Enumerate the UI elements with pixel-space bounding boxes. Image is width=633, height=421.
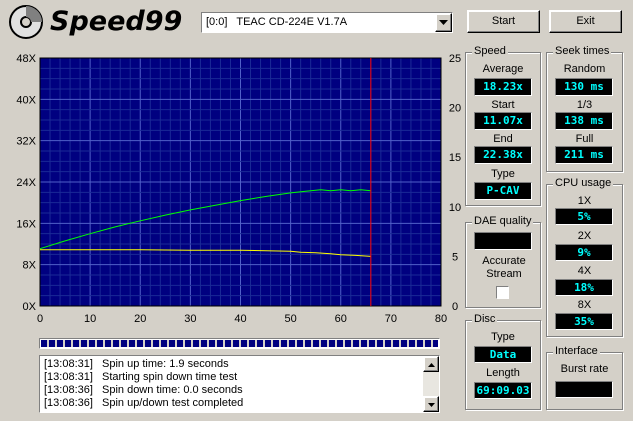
scroll-up-button[interactable] — [423, 356, 439, 372]
log-message: Starting spin down time test — [102, 371, 238, 383]
disc-length-value: 69:09.03 — [474, 382, 532, 399]
log-entry: [13:08:31] Starting spin down time test — [44, 371, 422, 384]
y-right-tick-label: 25 — [449, 53, 461, 65]
x-tick-label: 60 — [335, 313, 347, 325]
log-entry: [13:08:36] Spin up/down test completed — [44, 397, 422, 410]
app-title: Speed99 — [50, 6, 183, 37]
average-value: 18.23x — [474, 78, 532, 96]
start-speed-value: 11.07x — [474, 112, 532, 130]
start-button[interactable]: Start — [467, 10, 540, 33]
y-left-tick-label: 24X — [16, 177, 36, 189]
log-time: [13:08:36] — [44, 397, 93, 409]
log-entry: [13:08:36] Spin down time: 0.0 seconds — [44, 384, 422, 397]
cpu-8x-value: 35% — [555, 313, 613, 330]
disc-length-label: Length — [486, 367, 520, 379]
chart-svg: 0 10 20 30 40 50 60 70 80 0X 8X 16X 24X 32X 40X 48X 0 5 10… — [16, 53, 461, 325]
cpu-usage-group: CPU usage 1X 5% 2X 9% 4X 18% 8X 35% — [546, 177, 623, 337]
drive-select[interactable]: [0:0] TEAC CD-224E V1.7A — [201, 12, 453, 33]
log-time: [13:08:31] — [44, 358, 93, 370]
seek-times-group: Seek times Random 130 ms 1/3 138 ms Full… — [546, 45, 623, 172]
accurate-stream-checkbox[interactable] — [496, 286, 509, 299]
disc-type-label: Type — [491, 331, 515, 343]
y-right-tick-label: 20 — [449, 103, 461, 115]
start-speed-label: Start — [491, 99, 515, 111]
x-tick-label: 10 — [84, 313, 96, 325]
end-speed-label: End — [493, 133, 513, 145]
cpu-2x-label: 2X — [577, 230, 592, 242]
arrow-down-icon — [427, 403, 435, 407]
log-box: [13:08:31] Spin up time: 1.9 seconds [13:0… — [39, 355, 440, 413]
accurate-stream-label: Accurate Stream — [482, 255, 526, 280]
x-tick-label: 20 — [134, 313, 146, 325]
x-tick-label: 0 — [37, 313, 43, 325]
random-seek-value: 130 ms — [555, 78, 613, 96]
exit-button[interactable]: Exit — [549, 10, 622, 33]
y-left-tick-label: 48X — [16, 53, 36, 65]
log-message: Spin up/down test completed — [102, 397, 244, 409]
dae-quality-title: DAE quality — [472, 215, 534, 227]
arrow-up-icon — [427, 363, 435, 367]
x-tick-label: 50 — [285, 313, 297, 325]
log-scrollbar[interactable] — [423, 356, 439, 412]
drive-select-value: [0:0] TEAC CD-224E V1.7A — [206, 16, 348, 28]
y-right-tick-label: 15 — [449, 152, 461, 164]
cpu-usage-title: CPU usage — [553, 177, 614, 189]
y-left-tick-label: 8X — [23, 260, 37, 272]
cpu-4x-value: 18% — [555, 279, 613, 296]
x-tick-label: 80 — [435, 313, 447, 325]
disc-group: Disc Type Data Length 69:09.03 — [465, 313, 541, 410]
y-left-tick-label: 0X — [23, 301, 37, 313]
progress-fill — [41, 340, 438, 347]
y-right-tick-label: 10 — [449, 202, 461, 214]
x-tick-label: 30 — [184, 313, 196, 325]
full-seek-value: 211 ms — [555, 146, 613, 164]
progress-bar — [39, 338, 440, 349]
disc-title: Disc — [472, 313, 498, 325]
cpu-8x-label: 8X — [577, 299, 592, 311]
interface-title: Interface — [553, 345, 600, 357]
log-entry: [13:08:31] Spin up time: 1.9 seconds — [44, 358, 422, 371]
y-right-tick-label: 5 — [452, 251, 458, 263]
seek-times-title: Seek times — [553, 45, 612, 57]
third-seek-label: 1/3 — [576, 99, 593, 111]
full-seek-label: Full — [575, 133, 594, 145]
third-seek-value: 138 ms — [555, 112, 613, 130]
chevron-down-icon — [439, 20, 448, 25]
log-message: Spin up time: 1.9 seconds — [102, 358, 229, 370]
scroll-down-button[interactable] — [423, 396, 439, 412]
end-speed-value: 22.38x — [474, 146, 532, 164]
dae-quality-group: DAE quality Accurate Stream — [465, 215, 541, 308]
speed-chart: 0 10 20 30 40 50 60 70 80 0X 8X 16X 24X 32X 40X 48X 0 5 10… — [0, 46, 463, 332]
y-right-tick-label: 0 — [452, 301, 458, 313]
log-list: [13:08:31] Spin up time: 1.9 seconds [13:0… — [44, 358, 422, 410]
burst-rate-value — [555, 381, 613, 398]
average-label: Average — [482, 63, 524, 75]
random-seek-label: Random — [563, 63, 606, 75]
cpu-1x-label: 1X — [577, 195, 592, 207]
type-value: P-CAV — [474, 182, 532, 200]
x-tick-label: 40 — [234, 313, 246, 325]
app-logo: Speed99 — [4, 4, 192, 40]
interface-group: Interface Burst rate — [546, 345, 623, 410]
y-left-tick-label: 32X — [16, 136, 36, 148]
y-left-tick-label: 16X — [16, 218, 36, 230]
speed-group-title: Speed — [472, 45, 508, 57]
x-tick-label: 70 — [385, 313, 397, 325]
log-message: Spin down time: 0.0 seconds — [102, 384, 243, 396]
type-label: Type — [491, 168, 515, 180]
log-time: [13:08:36] — [44, 384, 93, 396]
cpu-1x-value: 5% — [555, 208, 613, 225]
burst-rate-label: Burst rate — [560, 363, 609, 375]
cd-logo-icon — [9, 5, 43, 39]
speed-group: Speed Average 18.23x Start 11.07x End 22… — [465, 45, 541, 206]
dae-quality-value — [474, 232, 532, 250]
y-left-tick-label: 40X — [16, 94, 36, 106]
disc-type-value: Data — [474, 346, 532, 363]
log-time: [13:08:31] — [44, 371, 93, 383]
cpu-2x-value: 9% — [555, 244, 613, 261]
dropdown-arrow-button[interactable] — [435, 13, 452, 32]
cpu-4x-label: 4X — [577, 265, 592, 277]
